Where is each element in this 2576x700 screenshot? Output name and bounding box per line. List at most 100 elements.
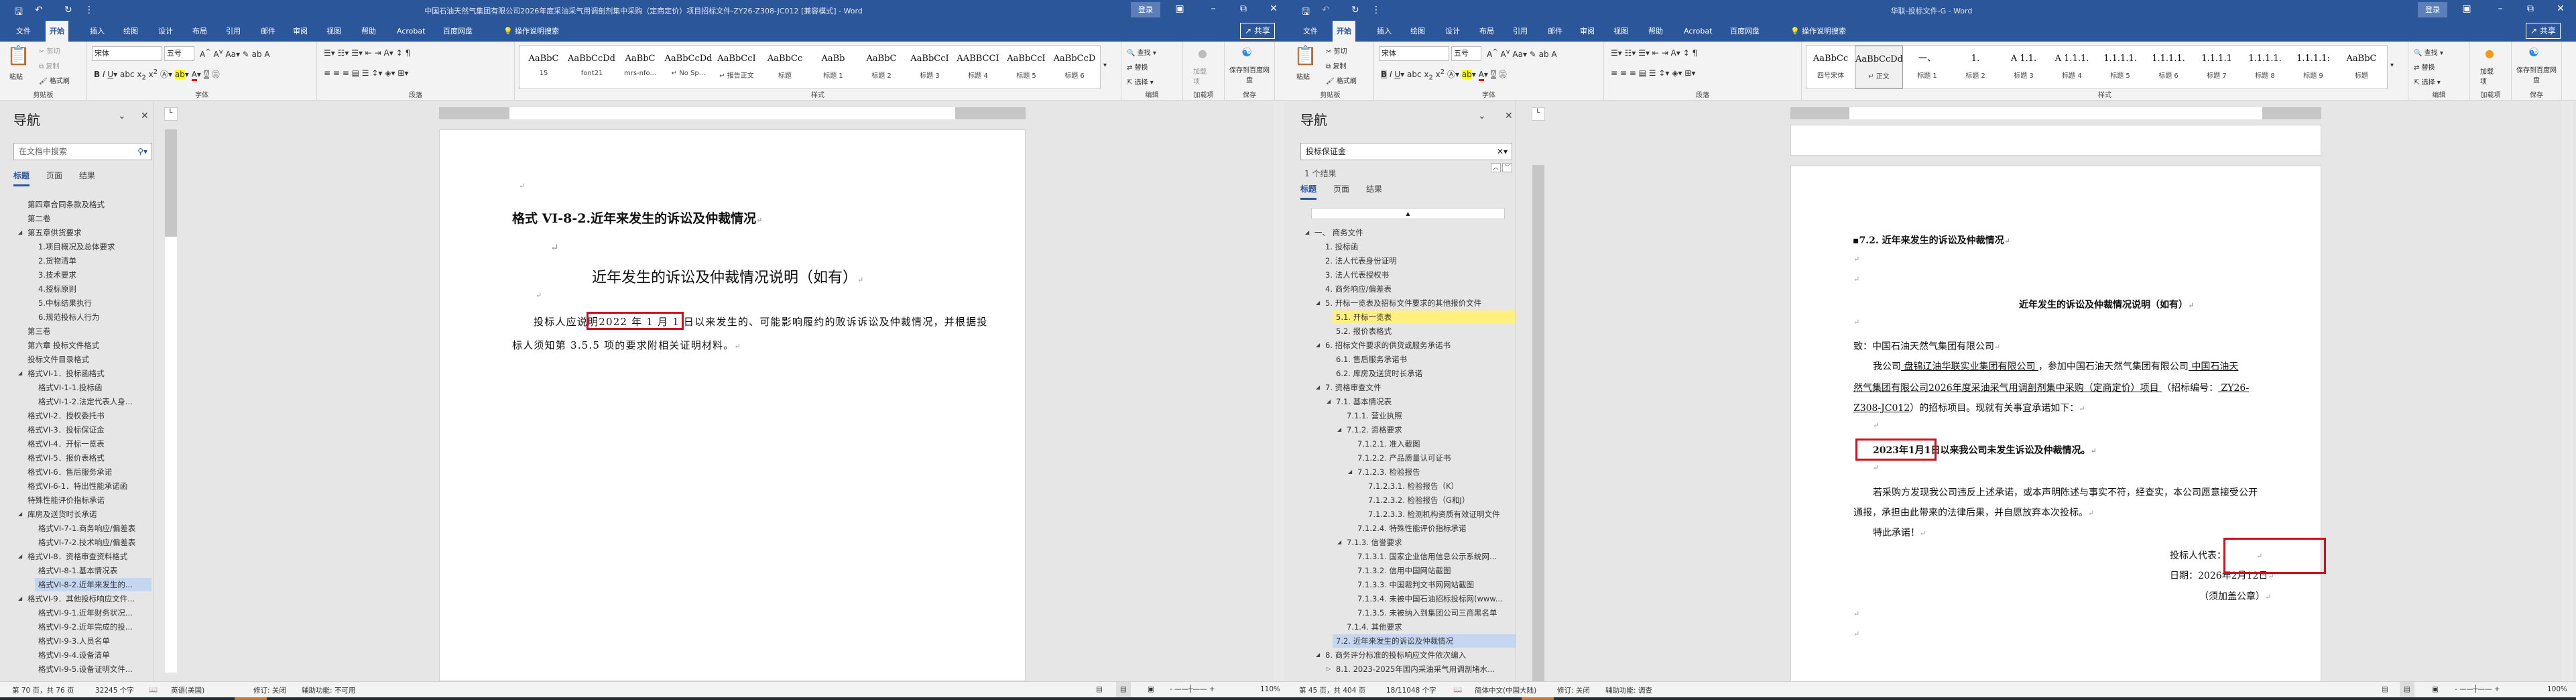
- nav-heading-item[interactable]: 5. 开标一览表及招标文件要求的其他报价文件: [1322, 296, 1481, 310]
- nav-heading-item[interactable]: 格式VI-9-4.设备清单: [35, 648, 110, 662]
- style-gallery-item[interactable]: AaBbC 标题: [2337, 46, 2386, 89]
- ribbon-tab[interactable]: 引用: [222, 21, 245, 42]
- nav-heading-item[interactable]: 7.2. 近年来发生的诉讼及仲裁情况: [1333, 634, 1516, 648]
- style-gallery-item[interactable]: 1.1.1.1. 标题 5: [2096, 46, 2144, 89]
- vertical-ruler[interactable]: [1532, 165, 1544, 681]
- style-gallery-item[interactable]: 1. 标题 2: [1951, 46, 2000, 89]
- language[interactable]: 英语(美国): [171, 685, 204, 695]
- ribbon-tab[interactable]: Acrobat: [1680, 21, 1716, 42]
- nav-heading-item[interactable]: 7.1.3.5. 未被纳入到集团公司三商黑名单: [1354, 606, 1497, 620]
- minimize-icon[interactable]: –: [2490, 3, 2510, 14]
- expanded-triangle-icon[interactable]: ◢: [1348, 469, 1352, 475]
- print-layout-icon[interactable]: ▤: [1116, 682, 1131, 697]
- addins-icon[interactable]: ●: [2485, 47, 2494, 60]
- nav-heading-item[interactable]: 7.1. 基本情况表: [1333, 395, 1392, 408]
- style-gallery-item[interactable]: AaBbC 15: [519, 46, 568, 89]
- paste-icon[interactable]: 📋: [1294, 44, 1317, 66]
- nav-tab-headings[interactable]: 标题: [1300, 183, 1317, 200]
- nav-heading-item[interactable]: 第二卷: [24, 212, 51, 225]
- nav-heading-item[interactable]: 7.1.1. 营业执照: [1343, 409, 1402, 422]
- style-gallery-item[interactable]: 1.1.1.1: 标题 9: [2289, 46, 2337, 89]
- expanded-triangle-icon[interactable]: ◢: [18, 370, 22, 376]
- baidu-netdisk-icon[interactable]: ☯: [2528, 46, 2539, 60]
- nav-tab-results[interactable]: 结果: [79, 170, 95, 181]
- ribbon-tab[interactable]: 视图: [322, 21, 345, 42]
- nav-heading-item[interactable]: 7.1.2.3.1. 检验报告（K）: [1365, 479, 1459, 493]
- list-tools[interactable]: ☰▾ ☷▾ ☰▾ ⇤ ⇥ A▾ ↕ ¶: [1611, 48, 1697, 58]
- expanded-triangle-icon[interactable]: ◢: [1316, 384, 1320, 390]
- style-gallery-item[interactable]: AaBbC mrs-nfo...: [616, 46, 664, 89]
- copy-button[interactable]: ⧉ 复制: [1326, 60, 1346, 70]
- nav-heading-item[interactable]: 格式VI-1-1.投标函: [35, 381, 102, 394]
- nav-heading-item[interactable]: 2.货物清单: [35, 254, 76, 268]
- copy-button[interactable]: ⧉ 复制: [39, 60, 59, 70]
- nav-tab-pages[interactable]: 页面: [46, 170, 62, 181]
- expanded-triangle-icon[interactable]: ◢: [18, 511, 22, 517]
- read-mode-icon[interactable]: ▤: [1096, 685, 1103, 693]
- tell-me-search[interactable]: 操作说明搜索: [1798, 21, 1850, 42]
- font-tools-row1[interactable]: A^ Av Aa▾ ✎ ab A: [1487, 48, 1557, 59]
- customize-qat-icon[interactable]: ⋮: [1371, 5, 1381, 15]
- style-gallery-item[interactable]: 1.1.1.1. 标题 6: [2144, 46, 2193, 89]
- expanded-triangle-icon[interactable]: ◢: [18, 595, 22, 601]
- font-format-row[interactable]: B I U▾ abc x2 x2 Ⓐ▾ ab▾ A▾ A ㊂: [1381, 68, 1507, 81]
- nav-heading-item[interactable]: 格式VI-6-1．特出性能承诺函: [24, 479, 127, 493]
- nav-heading-item[interactable]: 7.1.2.4. 特殊性能评价指标承诺: [1354, 522, 1467, 535]
- page-count[interactable]: 第 70 页，共 76 页: [12, 685, 74, 695]
- find-button[interactable]: 🔍 查找 ▾: [1127, 47, 1156, 57]
- zoom-level[interactable]: 110%: [1260, 685, 1280, 693]
- tab-selector[interactable]: L: [1532, 107, 1545, 121]
- ribbon-tab[interactable]: 引用: [1509, 21, 1532, 42]
- select-button[interactable]: ⇱ 选择 ▾: [2414, 76, 2441, 86]
- ribbon-tab[interactable]: 插入: [1373, 21, 1396, 42]
- expanded-triangle-icon[interactable]: ◢: [1305, 229, 1309, 235]
- proofing-icon[interactable]: 📖: [149, 685, 158, 694]
- vertical-ruler-body[interactable]: [165, 237, 177, 673]
- nav-heading-item[interactable]: 4. 商务响应/偏差表: [1322, 282, 1392, 296]
- nav-heading-item[interactable]: 7.1.2.3.2. 检验报告（G和J）: [1365, 493, 1469, 507]
- track-changes[interactable]: 修订: 关闭: [1557, 685, 1590, 695]
- paste-button[interactable]: 粘贴: [9, 71, 23, 81]
- font-size-combo[interactable]: 五号: [164, 46, 194, 61]
- nav-heading-item[interactable]: 第五章供货要求: [24, 226, 82, 239]
- nav-heading-item[interactable]: 7.1.3.4. 未被中国石油招标投标网(www...: [1354, 592, 1503, 605]
- vertical-scrollbar[interactable]: [1274, 101, 1284, 681]
- nav-heading-item[interactable]: 7.1.3.3. 中国裁判文书网网站截图: [1354, 578, 1474, 591]
- ribbon-tab[interactable]: 文件: [1299, 21, 1322, 42]
- nav-heading-item[interactable]: 2. 法人代表身份证明: [1322, 254, 1397, 268]
- nav-heading-item[interactable]: 第四章合同条款及格式: [24, 198, 105, 211]
- ribbon-tab[interactable]: 百度网盘: [439, 21, 477, 42]
- select-button[interactable]: ⇱ 选择 ▾: [1127, 76, 1154, 86]
- clear-search-icon[interactable]: ✕▾: [1497, 143, 1508, 160]
- nav-heading-item[interactable]: 一、 商务文件: [1311, 226, 1363, 239]
- close-icon[interactable]: ✕: [1264, 3, 1284, 14]
- horizontal-ruler[interactable]: [439, 107, 1026, 119]
- collapsed-triangle-icon[interactable]: ▷: [1327, 666, 1331, 672]
- document-page-previous[interactable]: [1790, 125, 2321, 156]
- nav-heading-item[interactable]: 格式VI-1-2.法定代表人身...: [35, 395, 133, 408]
- expanded-triangle-icon[interactable]: ◢: [1316, 300, 1320, 306]
- ribbon-tab[interactable]: 设计: [154, 21, 177, 42]
- find-button[interactable]: 🔍 查找 ▾: [2414, 47, 2443, 57]
- nav-heading-item[interactable]: 投标文件目录格式: [24, 353, 89, 366]
- style-gallery-item[interactable]: AaBbCcD 标题 6: [1050, 46, 1099, 89]
- redo-icon[interactable]: ↻: [64, 5, 72, 15]
- ribbon-tab[interactable]: 邮件: [257, 21, 280, 42]
- align-tools[interactable]: ≡ ≡ ≡ ▤ ☰ ↕▾ ◈▾ ⊞▾: [1611, 68, 1695, 78]
- zoom-level[interactable]: 100%: [2547, 685, 2567, 693]
- redo-icon[interactable]: ↻: [1351, 5, 1359, 15]
- nav-heading-item[interactable]: 6.1. 售后服务承诺书: [1333, 353, 1407, 366]
- share-button[interactable]: ↗ 共享: [1240, 23, 1275, 39]
- nav-heading-item[interactable]: 7.1.3.1. 国家企业信用信息公示系统网...: [1354, 550, 1497, 563]
- close-icon[interactable]: ✕: [2551, 3, 2571, 14]
- nav-heading-item[interactable]: 7.1.3.2. 信用中国网站截图: [1354, 564, 1451, 577]
- ribbon-tab[interactable]: 帮助: [357, 21, 380, 42]
- zoom-slider[interactable]: - ——┼—— +: [1170, 685, 1215, 693]
- restore-icon[interactable]: ⧉: [2520, 3, 2540, 14]
- list-tools[interactable]: ☰▾ ☷▾ ☰▾ ⇤ ⇥ A▾ ↕ ¶: [324, 48, 410, 58]
- format-painter-button[interactable]: 🖌 格式刷: [1326, 75, 1357, 85]
- ribbon-tab[interactable]: 帮助: [1644, 21, 1667, 42]
- language[interactable]: 简体中文(中国大陆): [1475, 685, 1536, 695]
- nav-heading-item[interactable]: 7.1.2.1. 准入截图: [1354, 437, 1420, 451]
- expanded-triangle-icon[interactable]: ◢: [18, 553, 22, 559]
